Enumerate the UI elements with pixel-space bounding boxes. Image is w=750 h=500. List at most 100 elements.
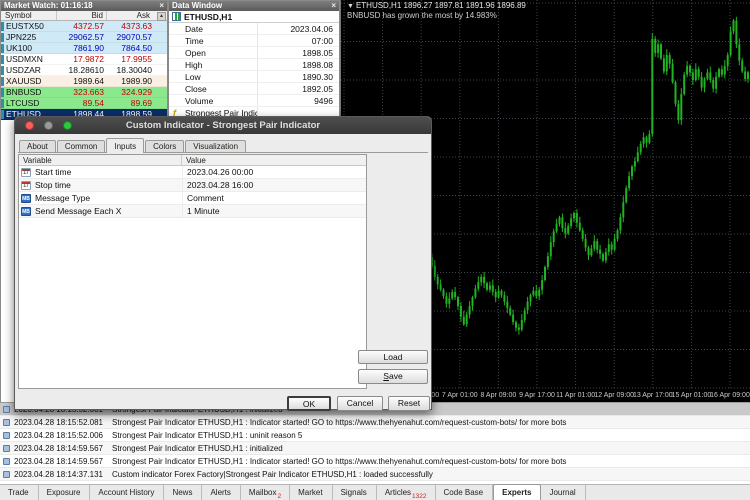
market-watch-row[interactable]: XAUUSD 1989.64 1989.90 <box>1 76 167 87</box>
ask-price: 17.9955 <box>107 54 155 64</box>
bid-price: 29062.57 <box>57 32 107 42</box>
log-row[interactable]: 2023.04.28 18:14:59.567 Strongest Pair I… <box>0 455 750 468</box>
terminal-tab[interactable]: Experts <box>493 484 541 500</box>
log-message: Strongest Pair Indicator ETHUSD,H1 : ini… <box>98 442 750 454</box>
terminal-tab[interactable]: Journal <box>541 485 585 500</box>
inputs-table: Variable Value 17 Start time 2023.04.26 … <box>18 154 367 389</box>
column-ask[interactable]: Ask <box>107 11 153 20</box>
bid-price: 1989.64 <box>57 76 107 86</box>
save-label-rest: ave <box>389 371 403 381</box>
chart-dropdown-icon[interactable]: ▼ <box>347 3 354 10</box>
window-control-icon[interactable] <box>25 121 34 130</box>
terminal-tab[interactable]: Articles1322 <box>377 485 436 500</box>
input-value[interactable]: 2023.04.26 00:00 <box>182 166 366 178</box>
column-symbol[interactable]: Symbol <box>1 11 57 20</box>
dialog-tab[interactable]: Colors <box>145 140 184 152</box>
log-entry-icon <box>3 458 10 465</box>
data-window-row: Date 2023.04.06 <box>169 23 339 35</box>
close-icon[interactable]: × <box>159 1 164 11</box>
svg-text:15 Apr 01:00: 15 Apr 01:00 <box>672 392 712 399</box>
data-window-value: 9496 <box>257 95 339 106</box>
input-row[interactable]: MB Send Message Each X 1 Minute <box>19 205 366 218</box>
data-window-value: 1892.05 <box>257 83 339 94</box>
dialog-tabstrip: About Common Inputs Colors Visualization <box>18 138 428 153</box>
market-watch-row[interactable]: USDZAR 18.28610 18.30040 <box>1 65 167 76</box>
input-row[interactable]: MB Message Type Comment <box>19 192 366 205</box>
data-window-value: 2023.04.06 <box>257 23 339 34</box>
reset-button[interactable]: Reset <box>388 396 430 411</box>
data-window-row: Volume 9496 <box>169 95 339 107</box>
log-entry-icon <box>3 432 10 439</box>
terminal-tab[interactable]: Trade <box>0 485 39 500</box>
symbol-name: LTCUSD <box>4 98 57 108</box>
terminal-tab[interactable]: News <box>164 485 202 500</box>
data-window-titlebar[interactable]: Data Window × <box>169 1 339 11</box>
data-window-label: Close <box>169 83 257 94</box>
market-watch-row[interactable]: UK100 7861.90 7864.50 <box>1 43 167 54</box>
log-row[interactable]: 2023.04.28 18:15:52.081 Strongest Pair I… <box>0 416 750 429</box>
input-value[interactable]: Comment <box>182 192 366 204</box>
window-control-icon[interactable] <box>63 121 72 130</box>
market-watch-row[interactable]: EUSTX50 4372.57 4373.63 <box>1 21 167 32</box>
dialog-tab[interactable]: Visualization <box>185 140 246 152</box>
market-watch-row[interactable]: USDMXN 17.9872 17.9955 <box>1 54 167 65</box>
svg-text:7 Apr 01:00: 7 Apr 01:00 <box>442 392 478 399</box>
terminal-tab[interactable]: Mailbox2 <box>241 485 290 500</box>
column-bid[interactable]: Bid <box>57 11 107 20</box>
log-row[interactable]: 2023.04.28 18:14:37.131 Custom indicator… <box>0 468 750 481</box>
input-value[interactable]: 1 Minute <box>182 205 366 217</box>
inputs-table-header: Variable Value <box>19 155 366 166</box>
market-watch-row[interactable]: BNBUSD 323.663 324.929 <box>1 87 167 98</box>
log-message: Custom indicator Forex Factory|Strongest… <box>98 468 750 480</box>
terminal-tab[interactable]: Market <box>290 485 332 500</box>
dialog-tab[interactable]: Inputs <box>106 138 144 153</box>
market-watch-titlebar[interactable]: Market Watch: 01:16:18 × <box>1 1 167 11</box>
input-type-icon: MB <box>21 207 31 216</box>
data-window-label: Date <box>169 23 257 34</box>
input-value[interactable]: 2023.04.28 16:00 <box>182 179 366 191</box>
symbol-name: JPN225 <box>4 32 57 42</box>
svg-text:12 Apr 09:00: 12 Apr 09:00 <box>594 392 634 399</box>
log-timestamp: 2023.04.28 18:15:52.006 <box>14 429 98 441</box>
close-icon[interactable]: × <box>331 1 336 11</box>
ask-price: 7864.50 <box>107 43 155 53</box>
input-row[interactable]: 17 Stop time 2023.04.28 16:00 <box>19 179 366 192</box>
column-value[interactable]: Value <box>182 155 366 165</box>
terminal-tab[interactable]: Exposure <box>39 485 91 500</box>
data-window-label: Low <box>169 71 257 82</box>
terminal-tab[interactable]: Account History <box>90 485 164 500</box>
data-window-row: Open 1898.05 <box>169 47 339 59</box>
market-watch-row[interactable]: LTCUSD 89.54 89.69 <box>1 98 167 109</box>
load-button[interactable]: Load <box>358 350 428 364</box>
log-row[interactable]: 2023.04.28 18:15:52.006 Strongest Pair I… <box>0 429 750 442</box>
terminal-tab[interactable]: Signals <box>333 485 377 500</box>
input-variable: MB Send Message Each X <box>19 205 182 217</box>
ask-price: 18.30040 <box>107 65 155 75</box>
window-control-icon[interactable] <box>44 121 53 130</box>
input-variable: MB Message Type <box>19 192 182 204</box>
chart-title: ▼ETHUSD,H1 1896.27 1897.81 1891.96 1896.… <box>347 1 526 11</box>
terminal-tab[interactable]: Code Base <box>436 485 494 500</box>
ok-button[interactable]: OK <box>287 396 331 411</box>
bid-price: 4372.57 <box>57 21 107 31</box>
input-row[interactable]: 17 Start time 2023.04.26 00:00 <box>19 166 366 179</box>
market-watch-row[interactable]: JPN225 29062.57 29070.57 <box>1 32 167 43</box>
column-variable[interactable]: Variable <box>19 155 182 165</box>
scroll-up-icon[interactable]: ▲ <box>157 12 166 21</box>
log-entry-icon <box>3 471 10 478</box>
log-row[interactable]: 2023.04.28 18:14:59.567 Strongest Pair I… <box>0 442 750 455</box>
dialog-tab[interactable]: About <box>19 140 56 152</box>
data-window-symbol: ETHUSD,H1 <box>184 12 232 22</box>
symbol-name: XAUUSD <box>4 76 57 86</box>
log-timestamp: 2023.04.28 18:14:37.131 <box>14 468 98 480</box>
save-button[interactable]: Save <box>358 369 428 384</box>
cancel-button[interactable]: Cancel <box>337 396 383 411</box>
terminal-tab[interactable]: Alerts <box>202 485 240 500</box>
dialog-tab[interactable]: Common <box>57 140 105 152</box>
bid-price: 323.663 <box>57 87 107 97</box>
dialog-titlebar[interactable]: Custom Indicator - Strongest Pair Indica… <box>15 117 431 134</box>
input-type-icon: MB <box>21 194 31 203</box>
chart-annotation: BNBUSD has grown the most by 14.983% <box>347 11 497 20</box>
data-window-title: Data Window <box>172 1 222 11</box>
data-window-label: Volume <box>169 95 257 106</box>
